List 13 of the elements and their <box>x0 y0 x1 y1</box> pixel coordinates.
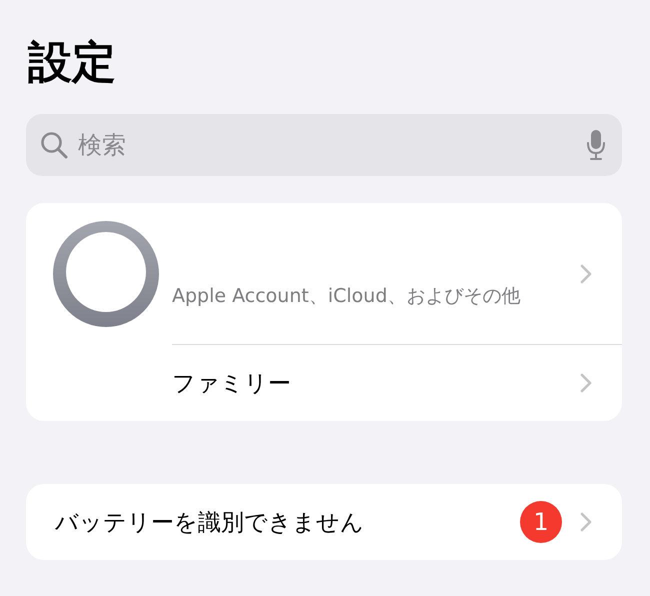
page-title: 設定 <box>28 36 117 90</box>
family-label[interactable]: ファミリー <box>172 368 580 398</box>
microphone-icon[interactable] <box>586 129 606 161</box>
search-field[interactable]: 検索 <box>78 131 576 159</box>
search-bar[interactable]: 検索 <box>26 114 622 176</box>
notification-badge: 1 <box>520 501 562 543</box>
chevron-icon <box>580 264 592 284</box>
avatar-icon <box>53 220 159 326</box>
chevron-icon <box>580 512 592 532</box>
battery-alert-label[interactable]: バッテリーを識別できません <box>55 506 520 538</box>
account-subtitle[interactable]: Apple Account、iCloud、およびその他 <box>172 282 580 308</box>
chevron-icon <box>580 373 592 393</box>
search-icon <box>40 131 68 159</box>
